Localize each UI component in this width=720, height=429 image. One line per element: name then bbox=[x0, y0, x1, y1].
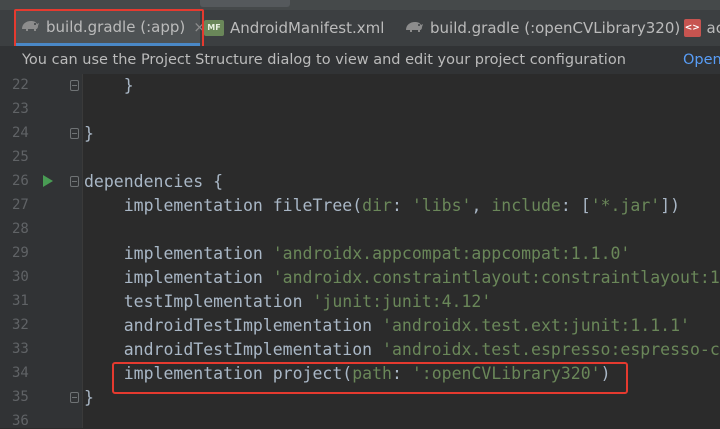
tab-build-gradle-app[interactable]: build.gradle (:app) × bbox=[16, 10, 206, 46]
string-literal: '*.jar' bbox=[590, 196, 661, 215]
line-number: 28 bbox=[12, 221, 29, 237]
param-name: path bbox=[352, 364, 392, 383]
line-number: 36 bbox=[12, 413, 29, 429]
code-text: implementation project( bbox=[84, 364, 353, 383]
code-text: testImplementation bbox=[84, 292, 313, 311]
string-literal: 'libs' bbox=[411, 196, 472, 215]
tab-label: ac bbox=[706, 19, 720, 37]
code-line-26[interactable]: dependencies { bbox=[84, 170, 720, 194]
line-number: 35 bbox=[12, 389, 29, 405]
line-number: 24 bbox=[12, 125, 29, 141]
line-number: 32 bbox=[12, 317, 29, 333]
param-name: include bbox=[491, 196, 561, 215]
tab-overflow[interactable]: <> ac bbox=[684, 10, 720, 46]
code-text: androidTestImplementation bbox=[84, 316, 383, 335]
code-text: : bbox=[391, 196, 412, 215]
code-text: , bbox=[471, 196, 492, 215]
tab-label: build.gradle (:app) bbox=[46, 17, 186, 36]
manifest-icon: MF bbox=[204, 20, 224, 36]
string-literal: 'androidx.test.ext:junit:1.1.1' bbox=[382, 316, 690, 335]
code-line-30[interactable]: implementation 'androidx.constraintlayou… bbox=[84, 266, 720, 290]
tab-label: AndroidManifest.xml bbox=[230, 19, 385, 37]
string-literal: 'junit:junit:4.12' bbox=[312, 292, 492, 311]
gradle-icon bbox=[404, 19, 424, 37]
code-text: implementation fileTree( bbox=[84, 196, 363, 215]
fold-marker-icon[interactable] bbox=[70, 80, 79, 91]
code-line-22[interactable]: } bbox=[84, 74, 720, 98]
tab-build-gradle-opencv[interactable]: build.gradle (:openCVLibrary320) bbox=[404, 10, 681, 46]
code-line-33[interactable]: androidTestImplementation 'androidx.test… bbox=[84, 338, 720, 362]
project-structure-notice: You can use the Project Structure dialog… bbox=[0, 46, 720, 75]
line-number: 27 bbox=[12, 197, 29, 213]
line-number: 22 bbox=[12, 77, 29, 93]
line-number: 30 bbox=[12, 269, 29, 285]
editor-tab-bar: build.gradle (:app) × MF AndroidManifest… bbox=[0, 0, 720, 46]
code-line-35[interactable]: } bbox=[84, 386, 720, 410]
fold-marker-icon[interactable] bbox=[70, 392, 79, 403]
line-number: 34 bbox=[12, 365, 29, 381]
line-number: 25 bbox=[12, 149, 29, 165]
line-number: 33 bbox=[12, 341, 29, 357]
code-text: ]) bbox=[660, 196, 681, 215]
tab-label: build.gradle (:openCVLibrary320) bbox=[430, 19, 681, 37]
notice-message: You can use the Project Structure dialog… bbox=[22, 52, 626, 68]
code-line-29[interactable]: implementation 'androidx.appcompat:appco… bbox=[84, 242, 720, 266]
line-number: 23 bbox=[12, 101, 29, 117]
string-literal: 'androidx.constraintlayout:constraintlay… bbox=[272, 268, 720, 287]
line-number: 26 bbox=[12, 173, 29, 189]
string-literal: 'androidx.appcompat:appcompat:1.1.0' bbox=[272, 244, 631, 263]
line-number: 31 bbox=[12, 293, 29, 309]
code-line-24[interactable]: } bbox=[84, 122, 720, 146]
line-number: 29 bbox=[12, 245, 29, 261]
tab-strip-top bbox=[0, 0, 720, 10]
hidden-tab-peek bbox=[200, 0, 290, 7]
code-line-34[interactable]: implementation project(path: ':openCVLib… bbox=[84, 362, 720, 386]
fold-marker-icon[interactable] bbox=[70, 176, 79, 187]
xml-icon: <> bbox=[684, 19, 701, 37]
tab-android-manifest[interactable]: MF AndroidManifest.xml bbox=[204, 10, 400, 46]
code-text: implementation bbox=[84, 268, 273, 287]
run-gutter-icon[interactable] bbox=[43, 175, 53, 187]
param-name: dir bbox=[362, 196, 392, 215]
gutter-separator bbox=[82, 74, 83, 428]
code-text: : bbox=[391, 364, 412, 383]
code-line-31[interactable]: testImplementation 'junit:junit:4.12' bbox=[84, 290, 720, 314]
code-line-32[interactable]: androidTestImplementation 'androidx.test… bbox=[84, 314, 720, 338]
code-text: implementation bbox=[84, 244, 273, 263]
string-literal: 'androidx.test.espresso:espresso-c bbox=[382, 340, 720, 359]
string-literal: ':openCVLibrary320' bbox=[411, 364, 601, 383]
fold-marker-icon[interactable] bbox=[70, 128, 79, 139]
code-text: : [ bbox=[560, 196, 591, 215]
code-text: ) bbox=[600, 364, 611, 383]
gradle-icon bbox=[20, 18, 40, 36]
code-text: androidTestImplementation bbox=[84, 340, 383, 359]
open-link[interactable]: Open bbox=[683, 46, 720, 74]
code-line-27[interactable]: implementation fileTree(dir: 'libs', inc… bbox=[84, 194, 720, 218]
